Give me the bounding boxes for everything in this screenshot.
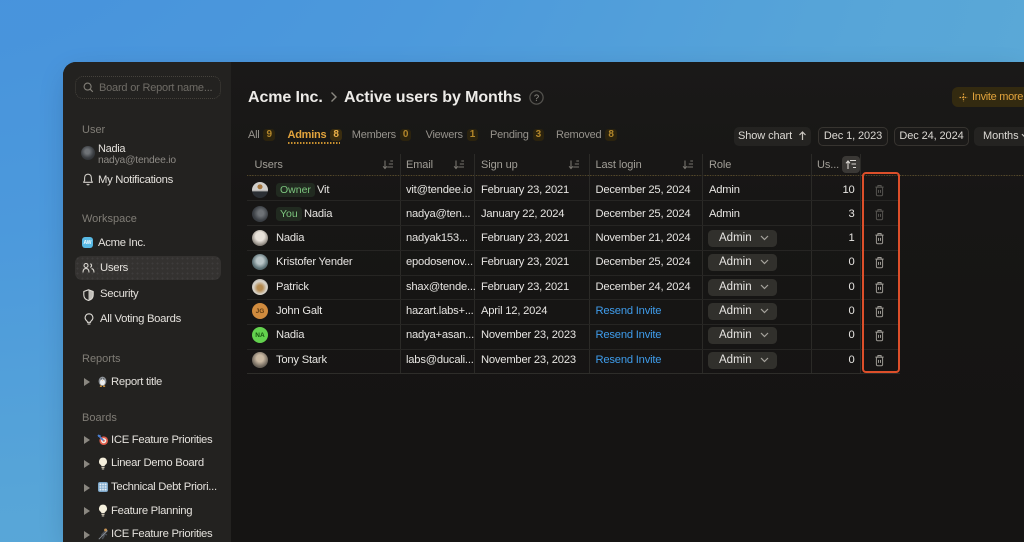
svg-text:?: ?	[533, 93, 538, 104]
